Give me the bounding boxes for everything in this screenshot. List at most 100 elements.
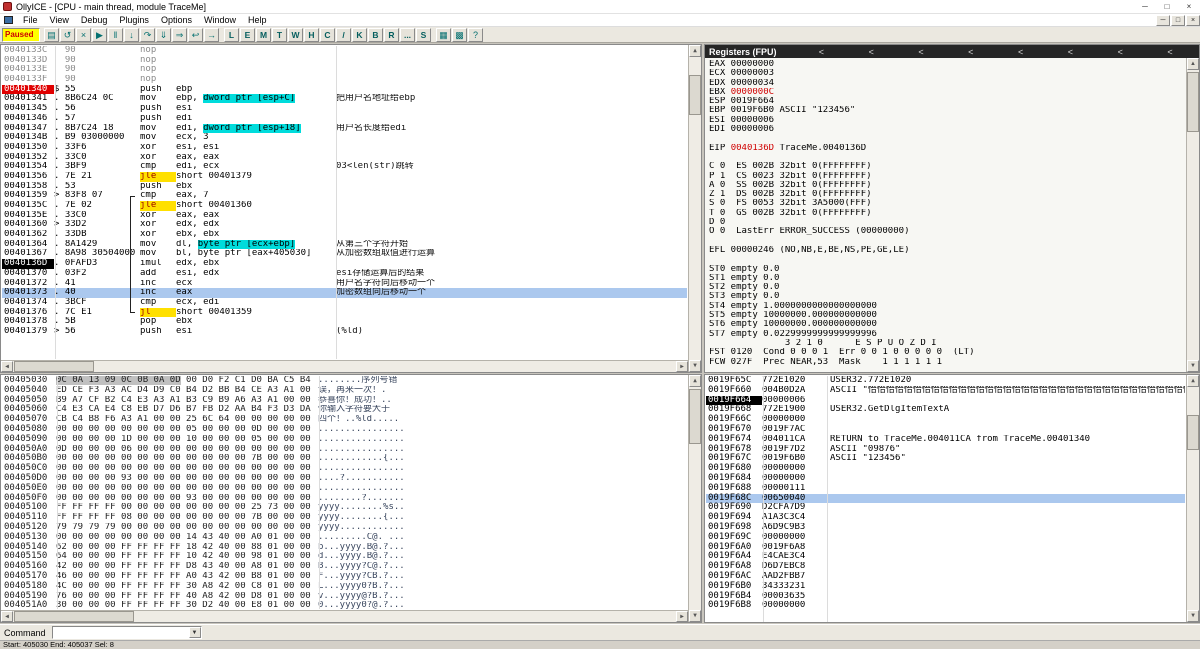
dump-row[interactable]: 004050F0 00 00 00 00 00 00 00 00 93 00 00… <box>2 493 687 504</box>
executable-modules-button[interactable]: E <box>240 27 255 42</box>
register-line[interactable]: FST 0120 Cond 0 0 0 1 Err 0 0 1 0 0 0 0 … <box>709 348 1185 357</box>
menu-item-help[interactable]: Help <box>242 15 273 25</box>
references-button[interactable]: R <box>384 27 399 42</box>
stack-row[interactable]: 0019F690 D2CFA7D9 <box>706 503 1185 513</box>
disasm-row[interactable]: 00401376 . 7C E1 jl short 00401359 <box>2 307 687 318</box>
register-line[interactable]: EDX 00000034 <box>709 79 1185 88</box>
disasm-row[interactable]: 0040136D. 0FAFD3 imul edx, ebx <box>2 259 687 269</box>
dump-row[interactable]: 00405080 00 00 00 00 00 00 00 00 05 00 00… <box>2 424 687 435</box>
stack-row[interactable]: 0019F680 00000000 <box>706 463 1185 474</box>
register-line[interactable]: ST3 empty 0.0 <box>709 292 1185 301</box>
memory-map-button[interactable]: M <box>256 27 271 42</box>
menu-item-window[interactable]: Window <box>198 15 242 25</box>
dump-row[interactable]: 00405070 CB C4 B8 F6 A3 A1 00 00 25 6C 64… <box>2 414 687 425</box>
disasm-row[interactable]: 0040133E 90 nop <box>2 65 687 75</box>
dump-row[interactable]: 00405150 64 00 00 00 FF FF FF FF 10 42 40… <box>2 552 687 562</box>
scroll-thumb[interactable] <box>1187 415 1199 450</box>
disasm-row[interactable]: 00401360 > 33D2 xor edx, edx <box>2 220 687 230</box>
close-button[interactable]: × <box>1178 0 1200 13</box>
disasm-row[interactable]: 00401379 > 56 push esi (%ld) <box>2 327 687 337</box>
run-button[interactable]: ▶ <box>92 27 107 42</box>
dump-row[interactable]: 00405040 ED CE F3 A3 AC D4 D9 C0 B4 D2 BB… <box>2 385 687 396</box>
disasm-row[interactable]: 00401367 . 8A98 30504000 mov bl, byte ptr [… <box>2 249 687 259</box>
dump-row[interactable]: 004050A0 0D 00 00 00 06 00 00 00 00 00 00… <box>2 444 687 455</box>
open-button[interactable]: ▤ <box>44 27 59 42</box>
disasm-row[interactable]: 00401370 . 03F2 add esi, edx esi存储运算后的结果 <box>2 269 687 279</box>
scroll-thumb[interactable] <box>1187 72 1199 132</box>
menu-item-view[interactable]: View <box>44 15 75 25</box>
stack-row[interactable]: 0019F6A0 0019F6A8 <box>706 542 1185 553</box>
scroll-thumb[interactable] <box>689 389 701 444</box>
menu-item-file[interactable]: File <box>17 15 44 25</box>
dump-row[interactable]: 00405050 B9 A7 CF B2 C4 E3 A3 A1 B3 C9 B9… <box>2 395 687 406</box>
dump-horizontal-scrollbar[interactable]: ◀ ▶ <box>1 610 688 622</box>
appearance-button[interactable]: ▩ <box>452 27 467 42</box>
stack-row[interactable]: 0019F698 A6D9C9B3 <box>706 522 1185 533</box>
dump-vertical-scrollbar[interactable]: ▲ ▼ <box>688 375 701 622</box>
register-line[interactable]: D 0 <box>709 218 1185 227</box>
patches-button[interactable]: / <box>336 27 351 42</box>
help-button[interactable]: ? <box>468 27 483 42</box>
scroll-down-icon[interactable]: ▼ <box>1187 360 1199 372</box>
register-line[interactable]: P 1 CS 0023 32bit 0(FFFFFFFF) <box>709 172 1185 181</box>
disasm-row[interactable]: 0040135E . 33C0 xor eax, eax <box>2 211 687 221</box>
disasm-row[interactable]: 00401340 $ 55 push ebp <box>2 84 687 95</box>
dump-row[interactable]: 00405180 4C 00 00 00 FF FF FF FF 30 A8 42… <box>2 581 687 592</box>
disasm-row[interactable]: 00401345 . 56 push esi <box>2 104 687 114</box>
menu-item-debug[interactable]: Debug <box>75 15 114 25</box>
disasm-row[interactable]: 00401373 . 40 inc eax 加密数组向后移动一个 <box>2 288 687 298</box>
scroll-up-icon[interactable]: ▲ <box>689 375 701 387</box>
dump-row[interactable]: 004050B0 00 00 00 00 00 00 00 00 00 00 00… <box>2 454 687 464</box>
stack-row[interactable]: 0019F6B4 00003635 <box>706 591 1185 602</box>
dump-row[interactable]: 004050D0 00 00 00 00 93 00 00 00 00 00 00… <box>2 473 687 484</box>
dump-row[interactable]: 004050C0 00 00 00 00 00 00 00 00 00 00 00… <box>2 463 687 474</box>
mdi-restore-button[interactable]: □ <box>1171 14 1185 26</box>
handles-button[interactable]: H <box>304 27 319 42</box>
registers-pane[interactable]: Registers (FPU) < < < < < < < < EAX 00000000 ECX… <box>704 44 1200 373</box>
stack-row[interactable]: 0019F6AC AAD2FBB7 <box>706 571 1185 582</box>
register-line[interactable]: ST7 empty 0.0229999999999999996 <box>709 330 1185 339</box>
step-over-button[interactable]: ↷ <box>140 27 155 42</box>
disasm-row[interactable]: 0040133D 90 nop <box>2 56 687 66</box>
dump-row[interactable]: 00405160 42 00 00 00 FF FF FF FF D8 43 40… <box>2 561 687 572</box>
register-line[interactable] <box>709 255 1185 264</box>
disassembly-vertical-scrollbar[interactable]: ▲ ▼ <box>688 45 701 372</box>
scroll-down-icon[interactable]: ▼ <box>689 360 701 372</box>
scroll-up-icon[interactable]: ▲ <box>1187 58 1199 70</box>
register-line[interactable]: EIP 0040136D TraceMe.0040136D <box>709 144 1185 153</box>
scroll-left-icon[interactable]: ◀ <box>1 611 13 622</box>
register-line[interactable]: A 0 SS 002B 32bit 0(FFFFFFFF) <box>709 181 1185 190</box>
run-trace-button[interactable]: ... <box>400 27 415 42</box>
stack-row[interactable]: 0019F6B0 34333231 <box>706 581 1185 592</box>
stack-row[interactable]: 0019F678 0019F7D2 ASCII "09876" <box>706 444 1185 455</box>
source-button[interactable]: S <box>416 27 431 42</box>
disassembly-horizontal-scrollbar[interactable]: ◀ ▶ <box>1 360 688 372</box>
register-line[interactable]: ESP 0019F664 <box>709 97 1185 106</box>
menu-item-plugins[interactable]: Plugins <box>113 15 155 25</box>
animate-over-button[interactable]: ⇒ <box>172 27 187 42</box>
register-line[interactable]: ESI 00000006 <box>709 116 1185 125</box>
register-line[interactable]: ST5 empty 10000000.000000000000 <box>709 311 1185 320</box>
hex-dump-pane[interactable]: 00405030 0C 0A 13 09 0C 0B 0A 0D 00 D0 F2… <box>0 374 702 623</box>
menu-item-options[interactable]: Options <box>155 15 198 25</box>
disasm-row[interactable]: 0040135C . 7E 02 jle short 00401360 <box>2 201 687 211</box>
disasm-row[interactable]: 0040133F 90 nop <box>2 75 687 85</box>
dump-row[interactable]: 004050E0 00 00 00 00 00 00 00 00 00 00 00… <box>2 483 687 494</box>
breakpoints-button[interactable]: B <box>368 27 383 42</box>
disassembly-pane[interactable]: 0040133C 90 nop 0040133D 90 nop 0040133E 90 n… <box>0 44 702 373</box>
register-line[interactable]: FCW 027F Prec NEAR,53 Mask 1 1 1 1 1 1 <box>709 358 1185 367</box>
register-line[interactable]: ST0 empty 0.0 <box>709 265 1185 274</box>
run-to-return-button[interactable]: ↩ <box>188 27 203 42</box>
dump-row[interactable]: 00405190 76 00 00 00 FF FF FF FF 40 A8 42… <box>2 591 687 602</box>
register-line[interactable]: EDI 00000006 <box>709 125 1185 134</box>
dump-row[interactable]: 00405030 0C 0A 13 09 0C 0B 0A 0D 00 D0 F2… <box>2 376 687 386</box>
disasm-row[interactable]: 00401374 . 3BCF cmp ecx, edi <box>2 298 687 308</box>
scroll-up-icon[interactable]: ▲ <box>689 45 701 57</box>
stack-row[interactable]: 0019F664 00000006 <box>706 395 1185 406</box>
register-line[interactable]: ST6 empty 10000000.000000000000 <box>709 320 1185 329</box>
stack-row[interactable]: 0019F694 A1A3C3C4 <box>706 512 1185 523</box>
stack-row[interactable]: 0019F68C 00650040 <box>706 493 1185 504</box>
disasm-row[interactable]: 00401347 . 8B7C24 18 mov edi, dword ptr [es… <box>2 123 687 134</box>
scroll-thumb[interactable] <box>14 361 94 372</box>
disasm-row[interactable]: 00401352 . 33C0 xor eax, eax <box>2 153 687 163</box>
